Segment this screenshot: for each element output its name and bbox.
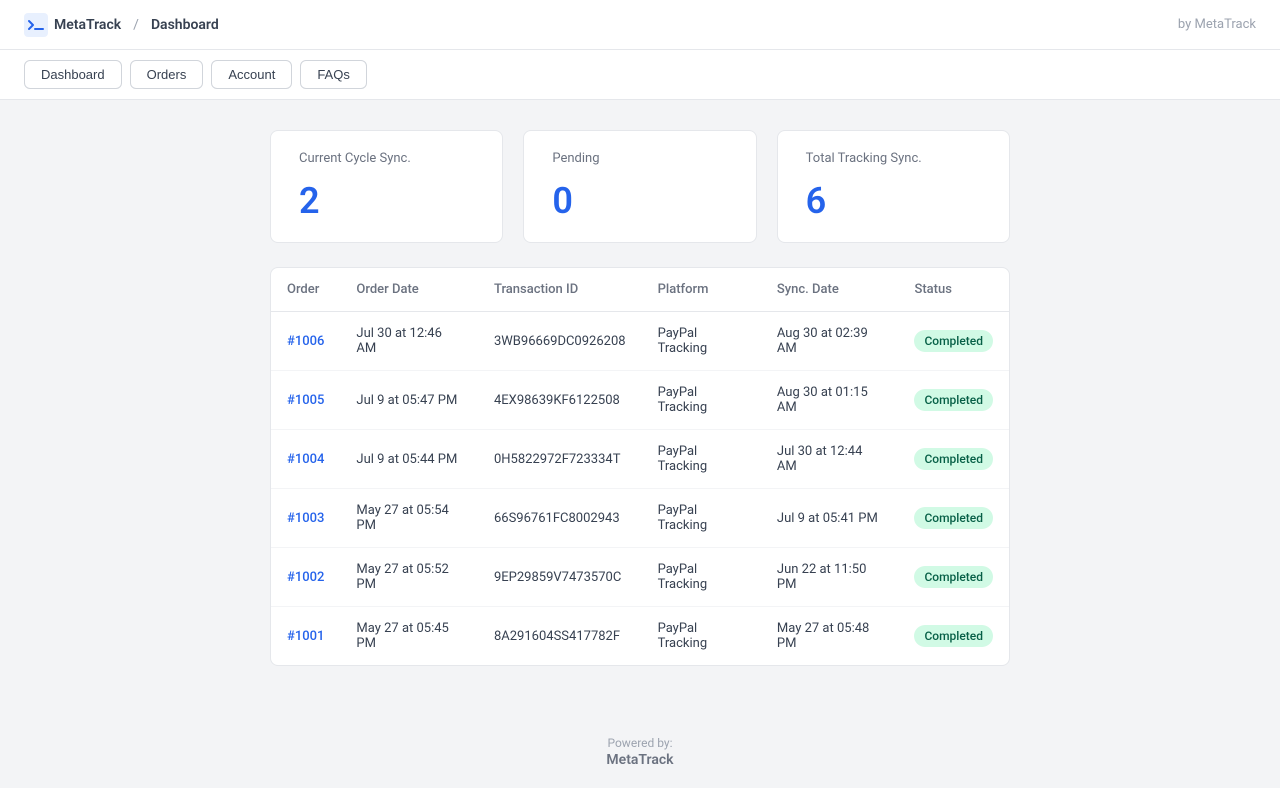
cell-status: Completed [898, 430, 1009, 489]
cell-order-date: Jul 30 at 12:46 AM [340, 312, 478, 371]
cell-platform: PayPal Tracking [642, 430, 761, 489]
stat-label-current-cycle: Current Cycle Sync. [299, 151, 474, 166]
stat-value-total-tracking: 6 [806, 180, 981, 222]
footer-brand: MetaTrack [0, 752, 1280, 768]
cell-platform: PayPal Tracking [642, 607, 761, 666]
table-body: #1006 Jul 30 at 12:46 AM 3WB96669DC09262… [271, 312, 1009, 666]
cell-order[interactable]: #1002 [271, 548, 340, 607]
stat-label-pending: Pending [552, 151, 727, 166]
cell-status: Completed [898, 548, 1009, 607]
table-head: Order Order Date Transaction ID Platform… [271, 268, 1009, 312]
status-badge: Completed [914, 330, 993, 352]
logo: MetaTrack [24, 13, 121, 37]
cell-sync-date: Aug 30 at 01:15 AM [761, 371, 899, 430]
cell-order-date: May 27 at 05:54 PM [340, 489, 478, 548]
cell-order[interactable]: #1006 [271, 312, 340, 371]
table-row: #1004 Jul 9 at 05:44 PM 0H5822972F723334… [271, 430, 1009, 489]
cell-order-date: May 27 at 05:45 PM [340, 607, 478, 666]
nav-orders[interactable]: Orders [130, 60, 204, 89]
orders-table: Order Order Date Transaction ID Platform… [271, 268, 1009, 665]
orders-table-container: Order Order Date Transaction ID Platform… [270, 267, 1010, 666]
cell-order-date: May 27 at 05:52 PM [340, 548, 478, 607]
cell-transaction-id: 4EX98639KF6122508 [478, 371, 642, 430]
status-badge: Completed [914, 389, 993, 411]
stat-value-current-cycle: 2 [299, 180, 474, 222]
cell-sync-date: Jul 30 at 12:44 AM [761, 430, 899, 489]
nav-dashboard[interactable]: Dashboard [24, 60, 122, 89]
cell-order[interactable]: #1005 [271, 371, 340, 430]
cell-order[interactable]: #1001 [271, 607, 340, 666]
stats-row: Current Cycle Sync. 2 Pending 0 Total Tr… [270, 130, 1010, 243]
cell-platform: PayPal Tracking [642, 371, 761, 430]
status-badge: Completed [914, 625, 993, 647]
footer-powered-by: Powered by: [0, 736, 1280, 750]
cell-status: Completed [898, 489, 1009, 548]
col-status: Status [898, 268, 1009, 312]
header: MetaTrack / Dashboard by MetaTrack [0, 0, 1280, 50]
header-page-title: Dashboard [151, 17, 219, 33]
main-content: Current Cycle Sync. 2 Pending 0 Total Tr… [0, 100, 1280, 696]
nav-faqs[interactable]: FAQs [300, 60, 367, 89]
col-platform: Platform [642, 268, 761, 312]
status-badge: Completed [914, 507, 993, 529]
table-row: #1001 May 27 at 05:45 PM 8A291604SS41778… [271, 607, 1009, 666]
cell-platform: PayPal Tracking [642, 489, 761, 548]
table-row: #1003 May 27 at 05:54 PM 66S96761FC80029… [271, 489, 1009, 548]
status-badge: Completed [914, 566, 993, 588]
footer: Powered by: MetaTrack [0, 696, 1280, 788]
cell-transaction-id: 0H5822972F723334T [478, 430, 642, 489]
col-order-date: Order Date [340, 268, 478, 312]
order-link[interactable]: #1003 [287, 511, 324, 526]
cell-platform: PayPal Tracking [642, 548, 761, 607]
cell-status: Completed [898, 371, 1009, 430]
cell-transaction-id: 9EP29859V7473570C [478, 548, 642, 607]
table-row: #1002 May 27 at 05:52 PM 9EP29859V747357… [271, 548, 1009, 607]
col-sync-date: Sync. Date [761, 268, 899, 312]
order-link[interactable]: #1001 [287, 629, 324, 644]
header-left: MetaTrack / Dashboard [24, 13, 219, 37]
header-separator: / [133, 17, 139, 33]
logo-icon [24, 13, 48, 37]
cell-order[interactable]: #1004 [271, 430, 340, 489]
navigation: Dashboard Orders Account FAQs [0, 50, 1280, 100]
table-header-row: Order Order Date Transaction ID Platform… [271, 268, 1009, 312]
col-transaction-id: Transaction ID [478, 268, 642, 312]
cell-status: Completed [898, 312, 1009, 371]
cell-sync-date: May 27 at 05:48 PM [761, 607, 899, 666]
stat-card-pending: Pending 0 [523, 130, 756, 243]
stat-label-total-tracking: Total Tracking Sync. [806, 151, 981, 166]
order-link[interactable]: #1005 [287, 393, 324, 408]
cell-transaction-id: 8A291604SS417782F [478, 607, 642, 666]
cell-transaction-id: 3WB96669DC0926208 [478, 312, 642, 371]
cell-platform: PayPal Tracking [642, 312, 761, 371]
order-link[interactable]: #1004 [287, 452, 324, 467]
order-link[interactable]: #1006 [287, 334, 324, 349]
cell-order-date: Jul 9 at 05:44 PM [340, 430, 478, 489]
stat-value-pending: 0 [552, 180, 727, 222]
cell-order[interactable]: #1003 [271, 489, 340, 548]
order-link[interactable]: #1002 [287, 570, 324, 585]
stat-card-total-tracking: Total Tracking Sync. 6 [777, 130, 1010, 243]
status-badge: Completed [914, 448, 993, 470]
cell-sync-date: Jul 9 at 05:41 PM [761, 489, 899, 548]
cell-transaction-id: 66S96761FC8002943 [478, 489, 642, 548]
header-by: by MetaTrack [1178, 17, 1256, 32]
cell-sync-date: Jun 22 at 11:50 PM [761, 548, 899, 607]
cell-order-date: Jul 9 at 05:47 PM [340, 371, 478, 430]
cell-sync-date: Aug 30 at 02:39 AM [761, 312, 899, 371]
stat-card-current-cycle: Current Cycle Sync. 2 [270, 130, 503, 243]
header-brand: MetaTrack [54, 17, 121, 33]
table-row: #1006 Jul 30 at 12:46 AM 3WB96669DC09262… [271, 312, 1009, 371]
col-order: Order [271, 268, 340, 312]
nav-account[interactable]: Account [211, 60, 292, 89]
cell-status: Completed [898, 607, 1009, 666]
table-row: #1005 Jul 9 at 05:47 PM 4EX98639KF612250… [271, 371, 1009, 430]
